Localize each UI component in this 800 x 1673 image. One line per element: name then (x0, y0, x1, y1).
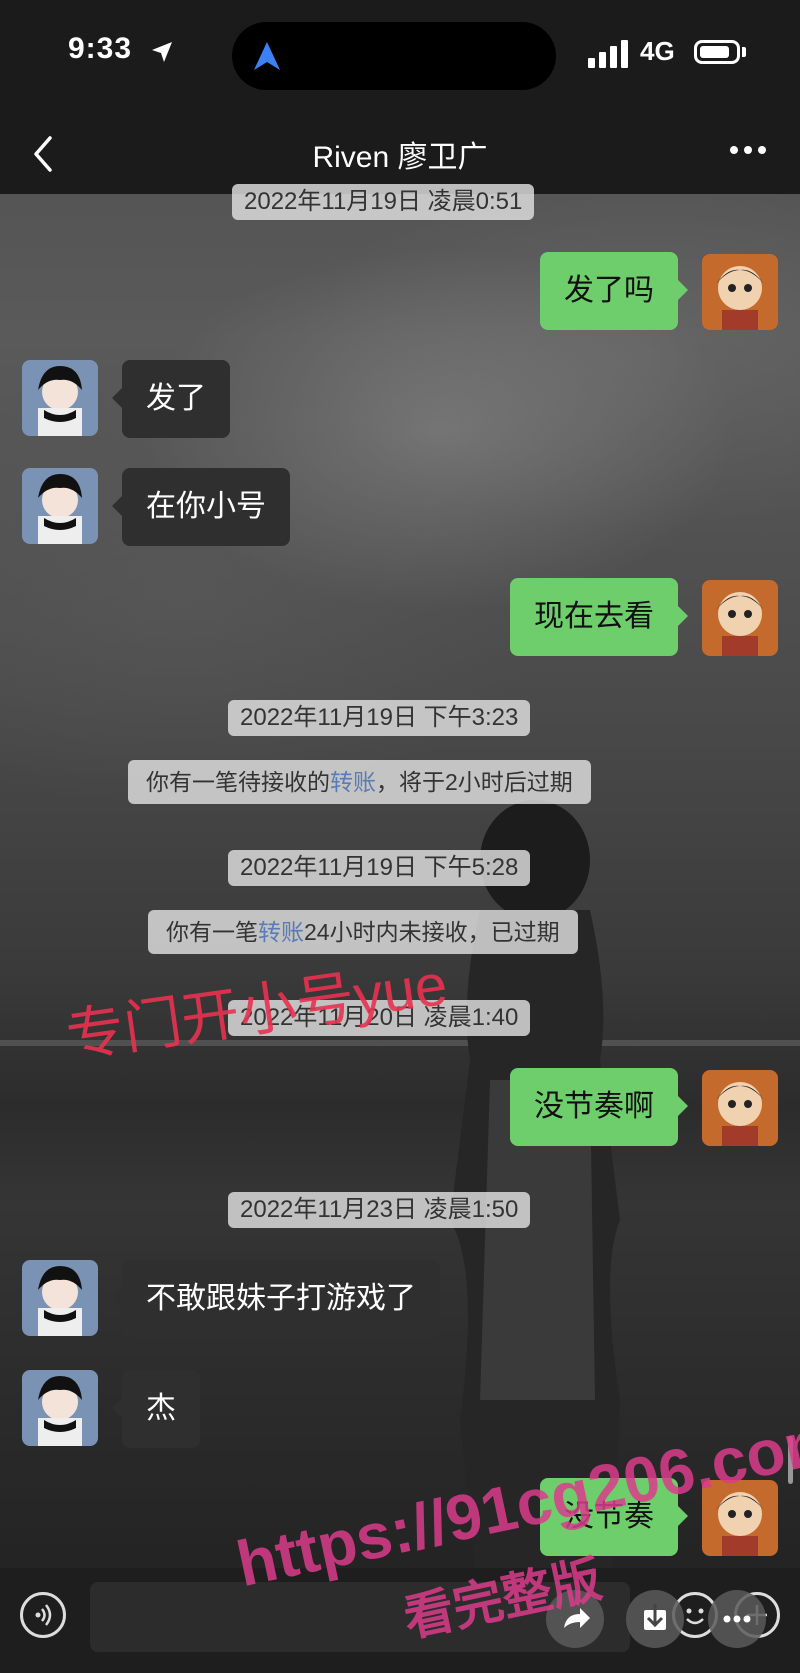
status-bar: 9:33 4G (0, 0, 800, 112)
contact-avatar[interactable] (22, 468, 98, 544)
dynamic-island (232, 22, 556, 90)
timestamp: 2022年11月19日 下午5:28 (228, 850, 531, 886)
timestamp: 2022年11月23日 凌晨1:50 (228, 1192, 531, 1228)
battery-icon (694, 40, 740, 64)
chat-screen: 9:33 4G Riven 廖卫广 2022年11月19日 凌晨0:51 发了吗… (0, 0, 800, 1673)
system-text: 你有一笔待接收的 (146, 769, 330, 795)
contact-avatar[interactable] (22, 1370, 98, 1446)
system-text: 你有一笔 (166, 919, 258, 945)
contact-avatar[interactable] (22, 360, 98, 436)
transfer-link[interactable]: 转账 (258, 919, 304, 945)
download-icon[interactable] (626, 1590, 684, 1648)
system-message: 你有一笔待接收的转账，将于2小时后过期 (128, 760, 591, 804)
status-time: 9:33 (68, 32, 133, 65)
message-bubble-incoming[interactable]: 不敢跟妹子打游戏了 (112, 1260, 440, 1338)
timestamp: 2022年11月19日 下午3:23 (228, 700, 531, 736)
message-bubble-outgoing[interactable]: 发了吗 (540, 252, 688, 330)
timestamp: 2022年11月19日 凌晨0:51 (232, 184, 535, 220)
message-bubble-outgoing[interactable]: 现在去看 (510, 578, 688, 656)
chat-header: Riven 廖卫广 (0, 112, 800, 194)
message-bubble-outgoing[interactable]: 没节奏啊 (510, 1068, 688, 1146)
system-text: ，将于2小时后过期 (376, 769, 573, 795)
signal-icon (588, 40, 628, 68)
watermark-text: 专门开小号yue (62, 951, 452, 1070)
message-bubble-incoming[interactable]: 在你小号 (112, 468, 290, 546)
navigation-icon (254, 42, 280, 70)
location-arrow-icon (152, 42, 172, 62)
my-avatar[interactable] (702, 580, 778, 656)
message-bubble-incoming[interactable]: 杰 (112, 1370, 200, 1448)
transfer-link[interactable]: 转账 (330, 769, 376, 795)
contact-avatar[interactable] (22, 1260, 98, 1336)
chat-title[interactable]: Riven 廖卫广 (0, 132, 800, 176)
battery-tip (742, 47, 746, 57)
my-avatar[interactable] (702, 254, 778, 330)
voice-icon[interactable] (20, 1592, 66, 1638)
more-dots-icon[interactable] (728, 142, 768, 158)
my-avatar[interactable] (702, 1070, 778, 1146)
message-bubble-incoming[interactable]: 发了 (112, 360, 230, 438)
network-type: 4G (640, 36, 675, 66)
more-dots-icon[interactable] (708, 1590, 766, 1648)
